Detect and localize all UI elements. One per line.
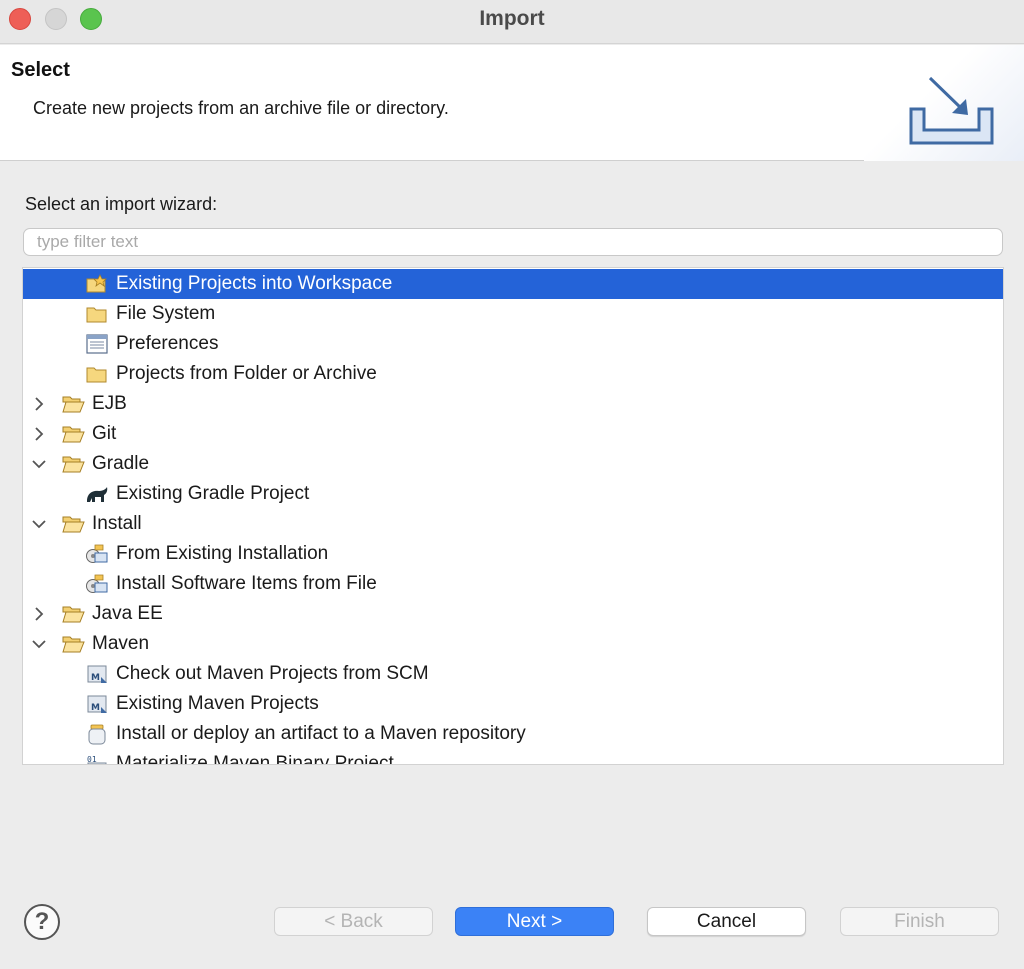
help-button[interactable]: ? [24,904,60,940]
tree-category[interactable]: Java EE [23,599,1003,629]
preferences-icon [86,334,108,354]
back-button[interactable]: < Back [274,907,433,936]
tree-item-label: Maven [92,633,150,654]
tree-item[interactable]: File System [23,299,1003,329]
tree-item[interactable]: M Existing Maven Projects [23,689,1003,719]
tree-item-label: Materialize Maven Binary Project [116,753,394,765]
wizard-header: Select Create new projects from an archi… [0,45,1024,161]
folder-icon [86,307,107,323]
tree-item-label: EJB [92,393,127,414]
chevron-right-icon[interactable] [31,606,47,622]
chevron-down-icon[interactable] [31,636,47,652]
window-title: Import [479,7,545,30]
tree-item[interactable]: Existing Projects into Workspace [23,269,1003,299]
tree-category[interactable]: EJB [23,389,1003,419]
next-button[interactable]: Next > [455,907,614,936]
tree-category[interactable]: Maven [23,629,1003,659]
maven-icon: M [87,665,107,683]
tree-item-label: Install [92,513,142,534]
project-import-icon [86,274,107,293]
import-dialog: Import Select Create new projects from a… [0,0,1024,969]
tree-item[interactable]: Projects from Folder or Archive [23,359,1003,389]
chevron-down-icon[interactable] [31,516,47,532]
tree-category[interactable]: Git [23,419,1003,449]
gradle-icon [87,487,108,502]
tree-item[interactable]: Existing Gradle Project [23,479,1003,509]
tree-item-label: Install or deploy an artifact to a Maven… [116,723,526,744]
chevron-right-icon[interactable] [31,396,47,412]
tree-item-label: Existing Maven Projects [116,693,319,714]
jar-icon [88,724,106,745]
tree-item-label: Gradle [92,453,150,474]
open-folder-icon [62,396,85,413]
cancel-button[interactable]: Cancel [647,907,806,936]
open-folder-icon [62,516,85,533]
tree-item-label: Git [92,423,117,444]
chevron-down-icon[interactable] [31,456,47,472]
folder-icon [86,367,107,383]
import-wizard-icon [909,76,994,145]
page-description: Create new projects from an archive file… [33,98,449,118]
tree-item[interactable]: Install or deploy an artifact to a Maven… [23,719,1003,749]
maven-binary-icon: 01 [87,755,107,764]
tree-item[interactable]: 01 Materialize Maven Binary Project [23,749,1003,765]
tree-item-label: Projects from Folder or Archive [116,363,377,384]
maven-icon: M [87,695,107,713]
page-title: Select [11,59,70,81]
tree-item-label: Install Software Items from File [116,573,377,594]
open-folder-icon [62,636,85,653]
open-folder-icon [62,606,85,623]
tree-category[interactable]: Gradle [23,449,1003,479]
tree-item-label: Existing Gradle Project [116,483,310,504]
install-icon [86,544,108,563]
svg-text:M: M [91,703,100,713]
wizard-prompt: Select an import wizard: [25,194,218,214]
svg-text:M: M [91,673,100,683]
tree-item-label: Check out Maven Projects from SCM [116,663,429,684]
tree-item[interactable]: Install Software Items from File [23,569,1003,599]
finish-button[interactable]: Finish [840,907,999,936]
chevron-right-icon[interactable] [31,426,47,442]
install-icon [86,574,108,593]
filter-input[interactable] [23,228,1003,256]
tree-item-label: Preferences [116,333,219,354]
tree-item[interactable]: From Existing Installation [23,539,1003,569]
tree-item-label: File System [116,303,216,324]
tree-item[interactable]: Preferences [23,329,1003,359]
tree-item-label: From Existing Installation [116,543,329,564]
title-bar: Import [0,0,1024,44]
open-folder-icon [62,456,85,473]
tree-category[interactable]: Install [23,509,1003,539]
tree-item-label: Existing Projects into Workspace [116,273,393,294]
open-folder-icon [62,426,85,443]
tree-item-label: Java EE [92,603,163,624]
wizard-tree[interactable]: Existing Projects into Workspace File Sys… [22,267,1004,765]
tree-item[interactable]: M Check out Maven Projects from SCM [23,659,1003,689]
